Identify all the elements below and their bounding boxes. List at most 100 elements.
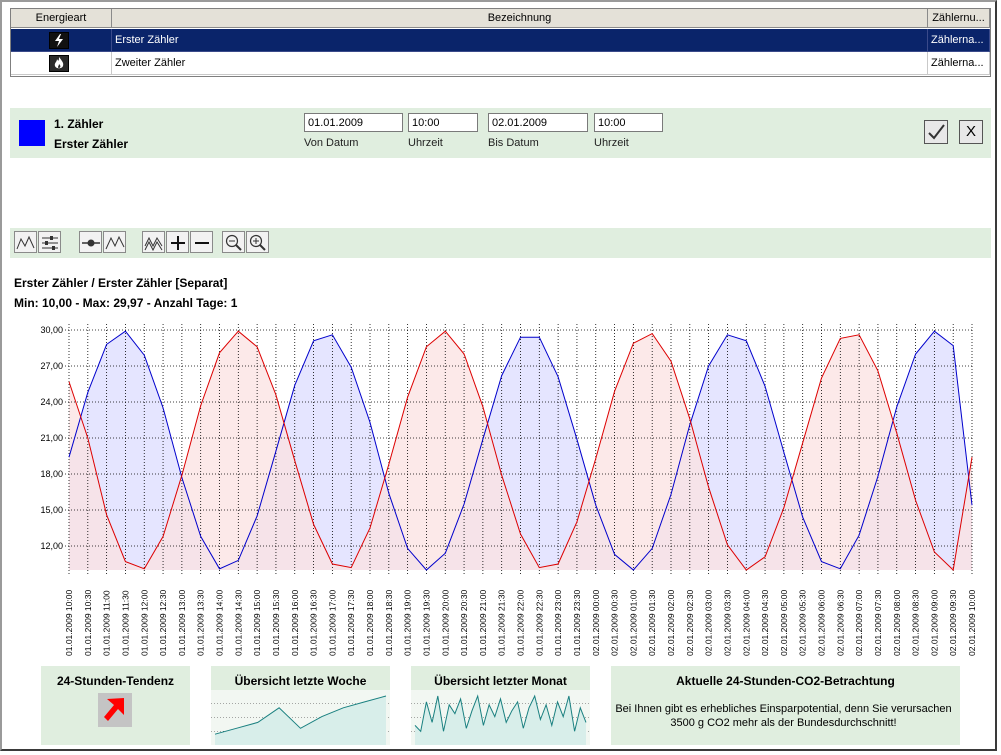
x-tick-label: 01.01.2009 20:00 (440, 590, 450, 656)
energy-type-cell (11, 52, 112, 75)
x-tick-label: 02.01.2009 02:30 (685, 590, 695, 656)
meter-color-swatch (19, 120, 45, 146)
table-row[interactable]: Zweiter Zähler Zählerna... (11, 52, 990, 75)
x-tick-label: 01.01.2009 18:30 (384, 590, 394, 656)
x-tick-label: 02.01.2009 06:30 (835, 590, 845, 656)
column-header-zaehlernummer[interactable]: Zählernu... (928, 9, 990, 28)
x-tick-label: 01.01.2009 19:30 (421, 590, 431, 656)
week-overview-panel: Übersicht letzte Woche (211, 666, 390, 745)
column-header-bezeichnung[interactable]: Bezeichnung (112, 9, 928, 28)
x-tick-label: 01.01.2009 10:00 (64, 590, 74, 656)
meter-number-cell: Zählerna... (928, 29, 990, 52)
legend-button[interactable] (38, 231, 61, 253)
data-point-button[interactable] (79, 231, 102, 253)
y-tick-label: 27,00 (40, 361, 63, 371)
x-tick-label: 02.01.2009 07:00 (854, 590, 864, 656)
line-chart-button[interactable] (14, 231, 37, 253)
zoom-in-icon (249, 234, 266, 251)
column-header-energieart[interactable]: Energieart (11, 9, 112, 28)
confirm-button[interactable] (924, 120, 948, 144)
x-tick-label: 01.01.2009 15:00 (252, 590, 262, 656)
x-tick-label: 02.01.2009 05:00 (779, 590, 789, 656)
x-tick-label: 01.01.2009 21:30 (497, 590, 507, 656)
x-tick-label: 02.01.2009 03:30 (722, 590, 732, 656)
table-row[interactable]: Erster Zähler Zählerna... (11, 29, 990, 52)
to-date-input[interactable] (488, 113, 588, 132)
x-tick-label: 01.01.2009 16:00 (290, 590, 300, 656)
to-time-input[interactable] (594, 113, 663, 132)
x-tick-label: 01.01.2009 11:30 (120, 590, 130, 656)
x-tick-label: 01.01.2009 17:30 (346, 590, 356, 656)
x-tick-label: 01.01.2009 12:00 (139, 590, 149, 656)
co2-panel: Aktuelle 24-Stunden-CO2-Betrachtung Bei … (611, 666, 960, 745)
x-tick-label: 02.01.2009 08:00 (892, 590, 902, 656)
add-series-button[interactable] (166, 231, 189, 253)
x-tick-label: 01.01.2009 23:30 (572, 590, 582, 656)
x-tick-label: 02.01.2009 08:30 (911, 590, 921, 656)
x-tick-label: 01.01.2009 16:30 (309, 590, 319, 656)
legend-lines-icon (42, 236, 58, 250)
checkmark-icon (928, 124, 945, 140)
month-overview-panel: Übersicht letzter Monat (411, 666, 590, 745)
zoom-out-icon (225, 234, 242, 251)
plus-icon (171, 236, 185, 250)
line-chart-icon (16, 235, 35, 250)
y-tick-label: 15,00 (40, 505, 63, 515)
x-tick-label: 01.01.2009 15:30 (271, 590, 281, 656)
x-tick-label: 01.01.2009 20:30 (459, 590, 469, 656)
x-tick-label: 02.01.2009 01:00 (628, 590, 638, 656)
from-time-label: Uhrzeit (408, 137, 443, 149)
zoom-in-button[interactable] (246, 231, 269, 253)
meter-name-cell: Zweiter Zähler (112, 52, 928, 75)
zoom-out-button[interactable] (222, 231, 245, 253)
multi-line-icon (144, 236, 163, 252)
co2-text: Bei Ihnen gibt es erhebliches Einsparpot… (615, 703, 952, 729)
month-sparkline (411, 690, 590, 745)
x-tick-label: 01.01.2009 10:30 (83, 590, 93, 656)
meter-grid: Energieart Bezeichnung Zählernu... Erste… (10, 8, 991, 77)
x-tick-label: 02.01.2009 05:30 (798, 590, 808, 656)
week-overview-title: Übersicht letzte Woche (234, 674, 367, 688)
x-tick-label: 02.01.2009 04:00 (741, 590, 751, 656)
x-tick-label: 01.01.2009 22:00 (516, 590, 526, 656)
date-range-bar: 1. Zähler Erster Zähler Von Datum Uhrzei… (10, 108, 991, 158)
x-tick-label: 02.01.2009 07:30 (873, 590, 883, 656)
cancel-button[interactable]: X (959, 120, 983, 144)
co2-title: Aktuelle 24-Stunden-CO2-Betrachtung (676, 674, 895, 688)
chart-stats: Min: 10,00 - Max: 29,97 - Anzahl Tage: 1 (14, 296, 238, 310)
curve-button[interactable] (103, 231, 126, 253)
from-time-input[interactable] (408, 113, 478, 132)
x-tick-label: 02.01.2009 03:00 (704, 590, 714, 656)
tendency-title: 24-Stunden-Tendenz (56, 674, 175, 688)
x-tick-label: 01.01.2009 11:00 (102, 590, 112, 656)
meter-name: Erster Zähler (54, 137, 129, 151)
chart-title: Erster Zähler / Erster Zähler [Separat] (14, 276, 228, 290)
x-tick-label: 02.01.2009 02:00 (666, 590, 676, 656)
x-tick-label: 02.01.2009 00:00 (591, 590, 601, 656)
y-tick-label: 24,00 (40, 397, 63, 407)
data-point-icon (82, 239, 100, 247)
x-tick-label: 02.01.2009 04:30 (760, 590, 770, 656)
multi-line-button[interactable] (142, 231, 165, 253)
remove-series-button[interactable] (190, 231, 213, 253)
x-tick-label: 01.01.2009 18:00 (365, 590, 375, 656)
x-tick-label: 01.01.2009 17:00 (327, 590, 337, 656)
chart-toolbar (10, 228, 991, 258)
from-date-input[interactable] (304, 113, 403, 132)
x-tick-label: 02.01.2009 10:00 (967, 590, 977, 656)
meter-title: 1. Zähler (54, 117, 104, 131)
x-tick-label: 01.01.2009 23:00 (553, 590, 563, 656)
x-tick-label: 01.01.2009 13:00 (177, 590, 187, 656)
y-tick-label: 30,00 (40, 325, 63, 335)
y-tick-label: 18,00 (40, 469, 63, 479)
from-date-label: Von Datum (304, 137, 359, 149)
x-tick-label: 01.01.2009 12:30 (158, 590, 168, 656)
to-date-label: Bis Datum (488, 137, 539, 149)
x-tick-label: 01.01.2009 14:00 (215, 590, 225, 656)
x-tick-label: 02.01.2009 09:00 (929, 590, 939, 656)
x-tick-label: 02.01.2009 06:00 (817, 590, 827, 656)
x-tick-label: 01.01.2009 13:30 (196, 590, 206, 656)
trend-arrow-up-icon (98, 693, 132, 727)
energy-type-cell (11, 29, 112, 52)
curve-icon (105, 235, 125, 250)
